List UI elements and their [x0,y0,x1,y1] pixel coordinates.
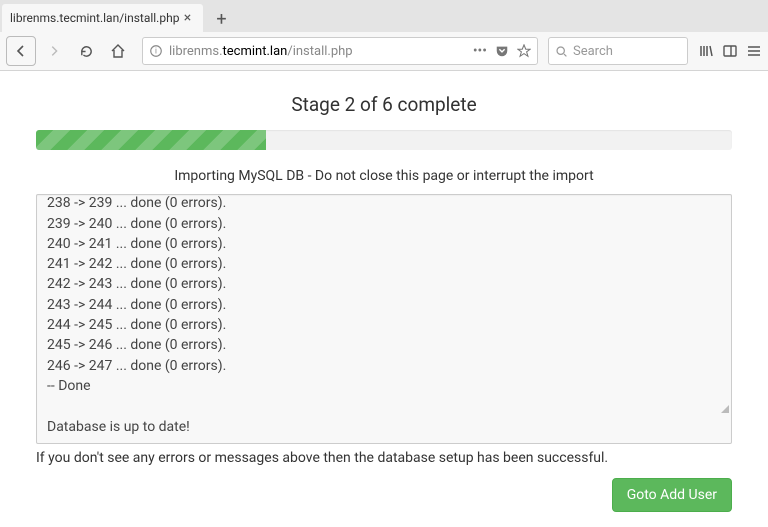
library-icon[interactable] [698,43,714,59]
sidebar-icon[interactable] [722,43,738,59]
button-row: Goto Add User [36,478,732,512]
stage-title: Stage 2 of 6 complete [36,93,732,116]
star-icon[interactable] [517,44,531,58]
back-button[interactable] [6,36,36,66]
browser-chrome: librenms.tecmint.lan/install.php × + i l… [0,0,768,71]
info-icon[interactable]: i [149,44,163,58]
log-line: 243 -> 244 ... done (0 errors). [47,295,721,315]
log-line: 241 -> 242 ... done (0 errors). [47,254,721,274]
url-path: /install.php [287,44,352,59]
log-line [47,396,721,416]
resize-grip-icon[interactable] [721,405,729,413]
search-placeholder: Search [573,44,613,59]
search-icon [555,45,568,58]
svg-text:i: i [155,47,157,56]
tab-bar: librenms.tecmint.lan/install.php × + [0,0,768,32]
log-line: 246 -> 247 ... done (0 errors). [47,356,721,376]
url-host: tecmint.lan [223,44,288,59]
url-host-pre: librenms. [169,44,223,59]
home-icon [110,43,126,59]
log-line: 244 -> 245 ... done (0 errors). [47,315,721,335]
forward-button[interactable] [40,37,68,65]
pocket-icon[interactable] [495,44,509,58]
url-bar[interactable]: i librenms.tecmint.lan/install.php ••• [142,37,538,65]
browser-tab[interactable]: librenms.tecmint.lan/install.php × [2,4,203,32]
log-line: 245 -> 246 ... done (0 errors). [47,335,721,355]
reload-icon [79,44,94,59]
browser-toolbar: i librenms.tecmint.lan/install.php ••• S… [0,32,768,70]
progress-bar [36,130,732,150]
goto-add-user-button[interactable]: Goto Add User [612,478,732,512]
log-line: 238 -> 239 ... done (0 errors). [47,194,721,214]
reload-button[interactable] [72,37,100,65]
menu-icon[interactable] [746,43,762,59]
more-icon[interactable]: ••• [473,43,487,59]
url-text: librenms.tecmint.lan/install.php [169,44,467,59]
log-line: Database is up to date! [47,417,721,437]
close-tab-icon[interactable]: × [179,10,195,26]
home-button[interactable] [104,37,132,65]
search-box[interactable]: Search [548,37,688,65]
progress-fill [36,130,266,150]
page-content: Stage 2 of 6 complete Importing MySQL DB… [0,71,768,524]
arrow-left-icon [13,43,29,59]
log-line: -- Done [47,376,721,396]
success-note: If you don't see any errors or messages … [36,450,732,466]
tab-title: librenms.tecmint.lan/install.php [10,11,179,25]
log-output[interactable]: 237 -> 238 ... done (0 errors).238 -> 23… [36,194,732,444]
log-line: 242 -> 243 ... done (0 errors). [47,274,721,294]
import-message: Importing MySQL DB - Do not close this p… [36,168,732,184]
arrow-right-icon [47,44,61,58]
new-tab-button[interactable]: + [207,6,235,32]
log-line: 240 -> 241 ... done (0 errors). [47,234,721,254]
log-line: 239 -> 240 ... done (0 errors). [47,214,721,234]
